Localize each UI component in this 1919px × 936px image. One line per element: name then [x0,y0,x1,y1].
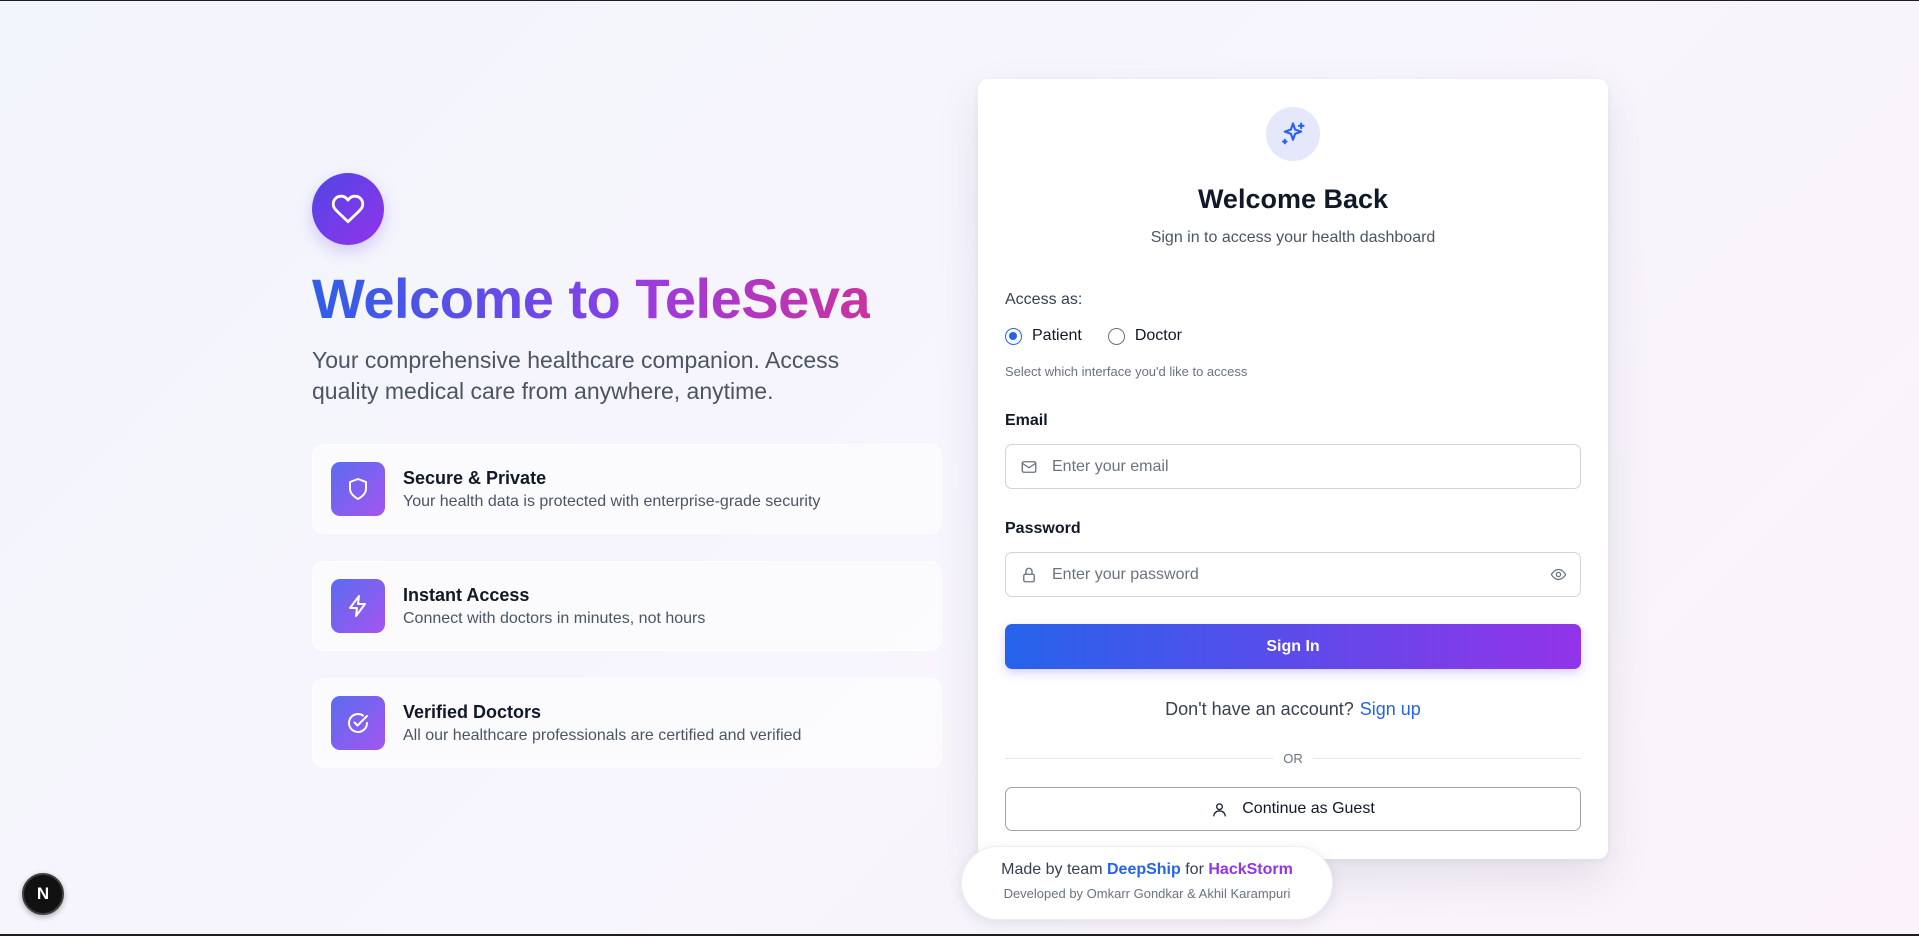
feature-icon-box [331,462,385,516]
hero-logo [312,173,384,245]
no-account-text: Don't have an account? [1165,699,1354,719]
feature-icon-box [331,579,385,633]
hero-title: Welcome to TeleSeva [312,265,870,333]
radio-indicator[interactable] [1107,327,1125,345]
card-badge [1266,107,1320,161]
email-label: Email [1005,412,1048,429]
password-input[interactable] [1052,553,1536,596]
radio-label: Doctor [1134,327,1182,344]
access-hint: Select which interface you'd like to acc… [1005,364,1248,379]
feature-card-instant: Instant Access Connect with doctors in m… [312,561,942,651]
heart-icon [331,194,365,224]
lightning-icon [349,595,366,617]
role-radio-group: Patient Doctor [1005,327,1208,345]
made-by-text: Made by team [1001,861,1103,878]
continue-as-guest-button[interactable]: Continue as Guest [1005,787,1581,831]
shield-icon [349,478,367,500]
next-dev-badge[interactable]: N [22,873,64,915]
access-label: Access as: [1005,291,1083,308]
eye-icon[interactable] [1536,566,1580,583]
radio-label: Patient [1032,327,1082,344]
for-text: for [1185,861,1204,878]
user-icon [1211,801,1228,818]
role-radio-patient[interactable]: Patient [1005,327,1082,345]
developed-by-text: Developed by Omkarr Gondkar & Akhil Kara… [1003,886,1291,901]
feature-list: Secure & Private Your health data is pro… [312,444,942,795]
event-name: HackStorm [1208,861,1293,878]
feature-card-verified: Verified Doctors All our healthcare prof… [312,678,942,768]
hero-title-prefix: Welcome to [312,267,636,330]
feature-title: Instant Access [403,584,530,605]
divider-line [1005,758,1274,759]
feature-icon-box [331,696,385,750]
sign-up-link[interactable]: Sign up [1360,699,1421,719]
feature-desc: Your health data is protected with enter… [403,492,821,510]
feature-desc: Connect with doctors in minutes, not hou… [403,609,706,627]
check-circle-icon [348,713,368,733]
mail-icon [1006,458,1052,476]
login-card: Welcome Back Sign in to access your heal… [978,79,1608,859]
feature-text: Secure & Private Your health data is pro… [403,466,820,513]
role-radio-doctor[interactable]: Doctor [1107,327,1182,345]
feature-title: Secure & Private [403,467,547,488]
login-subtitle: Sign in to access your health dashboard [1150,229,1436,246]
team-name: DeepShip [1106,861,1181,878]
password-field-wrapper [1005,552,1581,597]
feature-text: Instant Access Connect with doctors in m… [403,583,705,630]
guest-label: Continue as Guest [1242,800,1375,817]
feature-desc: All our healthcare professionals are cer… [403,726,802,744]
password-label: Password [1005,520,1081,537]
or-divider: OR [1005,751,1581,766]
email-input[interactable] [1052,445,1580,488]
divider-line [1312,758,1581,759]
hero-subtitle: Your comprehensive healthcare companion.… [312,347,840,404]
credit-line-1: Made by team DeepShip for HackStorm [962,861,1332,879]
credit-badge: Made by team DeepShip for HackStorm Deve… [961,846,1333,920]
login-title: Welcome Back [1197,184,1389,214]
sparkles-icon [1282,122,1305,145]
feature-card-secure: Secure & Private Your health data is pro… [312,444,942,534]
feature-text: Verified Doctors All our healthcare prof… [403,700,801,747]
email-field-wrapper [1005,444,1581,489]
lock-icon [1006,566,1052,584]
signup-row: Don't have an account? Sign up [978,699,1608,720]
radio-indicator[interactable] [1005,327,1022,345]
or-text: OR [1283,751,1303,766]
feature-title: Verified Doctors [403,701,542,722]
hero-title-brand: TeleSeva [635,267,870,330]
sign-in-button[interactable]: Sign In [1005,624,1581,669]
